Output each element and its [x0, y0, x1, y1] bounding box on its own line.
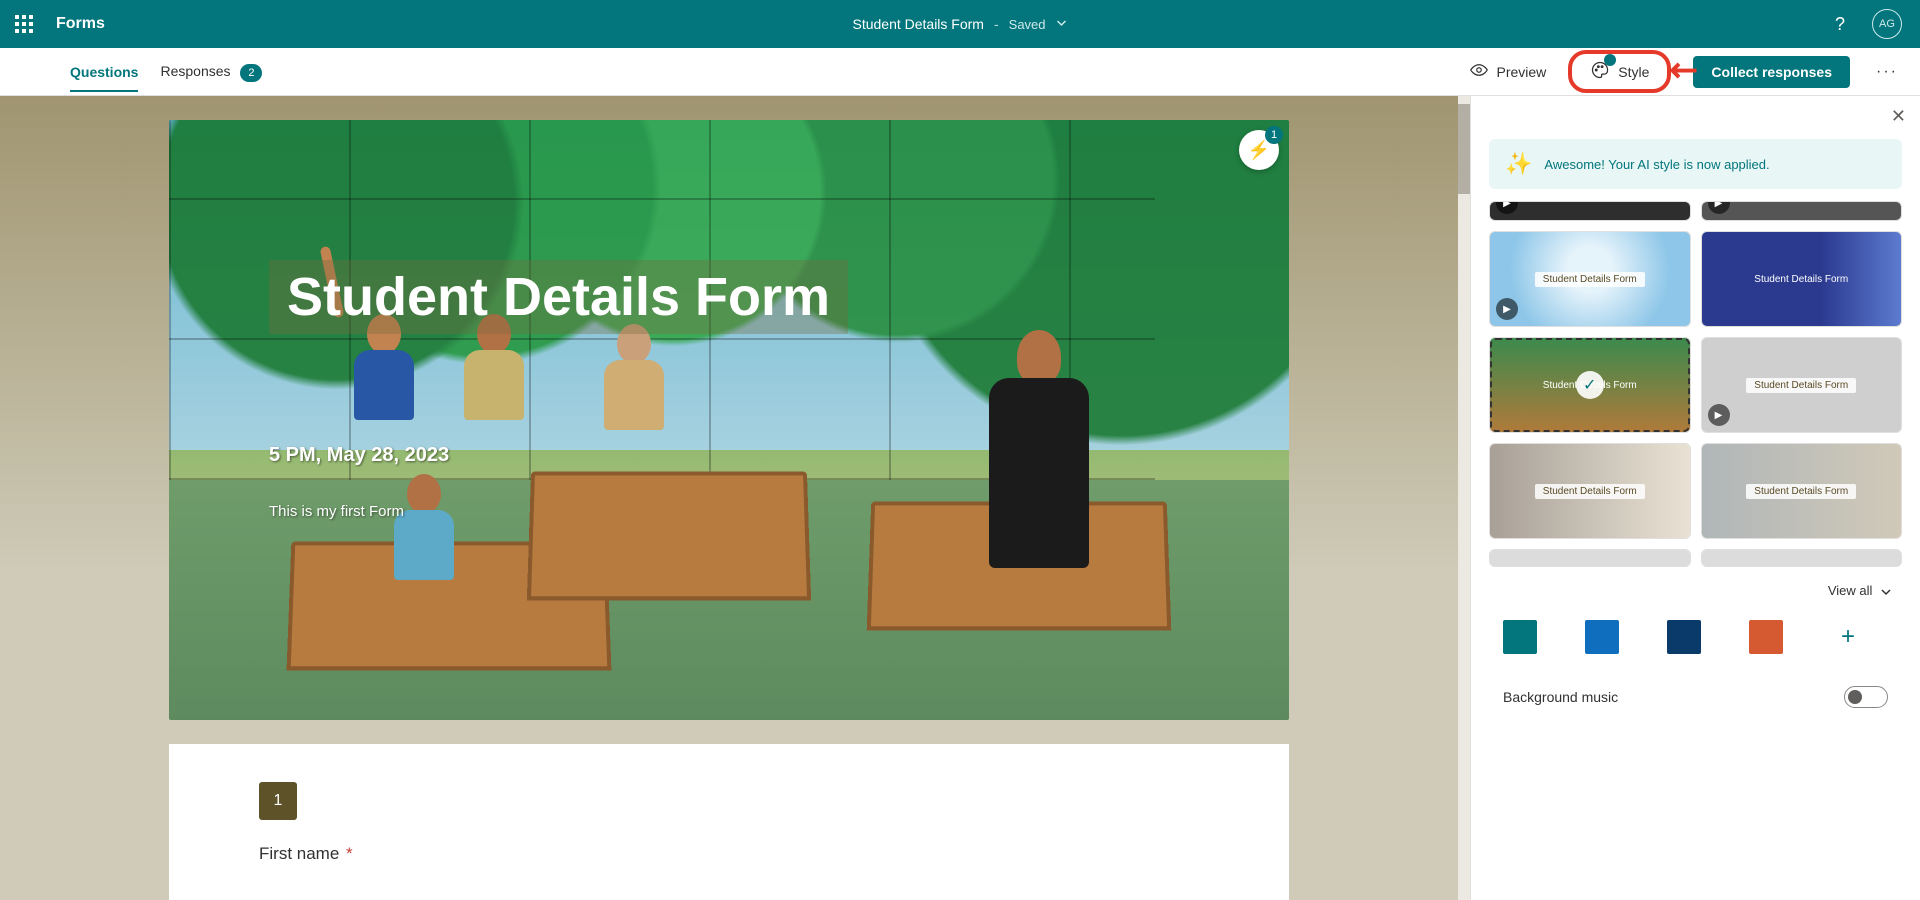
theme-card[interactable]: Student Details Form — [1489, 443, 1691, 539]
command-bar: Questions Responses 2 Preview Style Coll… — [0, 48, 1920, 96]
play-icon: ▶ — [1496, 298, 1518, 320]
play-icon: ▶ — [1708, 404, 1730, 426]
suggestions-button[interactable]: ⚡ 1 — [1239, 130, 1279, 170]
collect-responses-button[interactable]: Collect responses — [1693, 56, 1850, 88]
user-avatar[interactable]: AG — [1872, 9, 1902, 39]
form-title-heading[interactable]: Student Details Form — [269, 260, 848, 334]
background-music-toggle[interactable] — [1844, 686, 1888, 708]
theme-card[interactable]: ▶ — [1701, 201, 1903, 221]
color-swatches: + — [1483, 606, 1908, 674]
more-options-icon[interactable]: ··· — [1872, 59, 1902, 85]
title-separator: - — [994, 16, 999, 32]
theme-card[interactable]: Student Details Form▶ — [1489, 231, 1691, 327]
question-label: First name * — [259, 844, 1199, 864]
theme-card[interactable]: Student Details Form — [1701, 231, 1903, 327]
theme-card[interactable]: ▶ — [1489, 201, 1691, 221]
background-music-row: Background music — [1483, 674, 1908, 720]
form-title-bar[interactable]: Student Details Form - Saved — [852, 16, 1067, 32]
help-icon[interactable]: ? — [1826, 10, 1854, 38]
lightning-icon: ⚡ — [1248, 140, 1270, 161]
theme-card[interactable]: Student Details Form — [1701, 443, 1903, 539]
ai-style-banner: ✨ Awesome! Your AI style is now applied. — [1489, 139, 1902, 189]
tab-responses[interactable]: Responses 2 — [160, 50, 262, 92]
form-title: Student Details Form — [852, 16, 984, 32]
responses-count-badge: 2 — [240, 64, 262, 82]
question-card[interactable]: 1 First name * — [169, 744, 1289, 900]
theme-card[interactable] — [1701, 549, 1903, 567]
save-status: Saved — [1009, 17, 1046, 32]
add-color-button[interactable]: + — [1831, 620, 1865, 654]
check-icon: ✓ — [1576, 371, 1604, 399]
preview-button[interactable]: Preview — [1470, 61, 1546, 82]
play-icon: ▶ — [1708, 201, 1730, 214]
canvas-scrollbar[interactable] — [1458, 96, 1470, 900]
app-name: Forms — [56, 15, 105, 33]
top-app-bar: Forms Student Details Form - Saved ? AG — [0, 0, 1920, 48]
style-button[interactable]: Style — [1568, 50, 1671, 93]
form-description[interactable]: This is my first Form — [269, 503, 848, 520]
color-swatch-blue[interactable] — [1585, 620, 1619, 654]
close-panel-icon[interactable]: ✕ — [1877, 96, 1920, 131]
theme-card-selected[interactable]: Student Details Form✓ — [1489, 337, 1691, 433]
color-swatch-navy[interactable] — [1667, 620, 1701, 654]
palette-icon — [1590, 60, 1610, 83]
chevron-down-icon[interactable] — [1056, 16, 1068, 32]
form-header-image[interactable]: Student Details Form 5 PM, May 28, 2023 … — [169, 120, 1289, 720]
play-icon: ▶ — [1496, 201, 1518, 214]
view-all-themes[interactable]: View all — [1483, 567, 1908, 606]
color-swatch-teal[interactable] — [1503, 620, 1537, 654]
eye-icon — [1470, 61, 1488, 82]
required-indicator: * — [346, 844, 353, 863]
suggestions-count: 1 — [1265, 126, 1283, 144]
sparkle-icon: ✨ — [1505, 151, 1532, 177]
style-panel: ✕ ✨ Awesome! Your AI style is now applie… — [1470, 96, 1920, 900]
form-date: 5 PM, May 28, 2023 — [269, 444, 848, 467]
style-notification-dot — [1604, 54, 1616, 66]
question-number: 1 — [259, 782, 297, 820]
app-launcher-icon[interactable] — [0, 0, 48, 48]
form-canvas: Student Details Form 5 PM, May 28, 2023 … — [0, 96, 1458, 900]
tab-questions[interactable]: Questions — [70, 51, 138, 91]
theme-card[interactable]: Student Details Form▶ — [1701, 337, 1903, 433]
color-swatch-orange[interactable] — [1749, 620, 1783, 654]
theme-card[interactable] — [1489, 549, 1691, 567]
